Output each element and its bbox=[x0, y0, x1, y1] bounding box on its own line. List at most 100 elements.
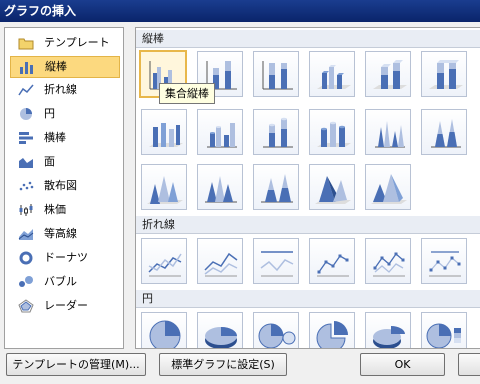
percent-stacked-column-icon bbox=[262, 61, 293, 90]
chart-type-exploded-pie[interactable] bbox=[309, 312, 355, 348]
sidebar-item-surface[interactable]: 等高線 bbox=[10, 224, 120, 246]
radar-chart-icon bbox=[18, 299, 34, 313]
manage-templates-button[interactable]: テンプレートの管理(M)... bbox=[6, 353, 146, 376]
3d-column-icon bbox=[149, 123, 183, 147]
ok-button[interactable]: OK bbox=[360, 353, 445, 376]
surface-chart-icon bbox=[18, 229, 34, 240]
chart-type-line[interactable] bbox=[141, 238, 187, 284]
clustered-cylinder-icon bbox=[207, 123, 237, 148]
stacked-cylinder-icon bbox=[263, 117, 293, 148]
3d-pyramid-icon bbox=[315, 176, 351, 204]
chart-type-100-stacked-column[interactable] bbox=[253, 51, 299, 97]
chart-type-clustered-cylinder[interactable] bbox=[197, 109, 243, 155]
chart-type-3d-cone[interactable] bbox=[141, 164, 187, 210]
sidebar-item-area[interactable]: 面 bbox=[10, 152, 120, 174]
3d-percent-stacked-column-icon bbox=[429, 60, 463, 89]
stacked-line-markers-icon bbox=[373, 252, 405, 277]
pie-chart-icon bbox=[20, 108, 32, 120]
chart-type-clustered-pyramid[interactable] bbox=[197, 164, 243, 210]
sidebar-item-template[interactable]: テンプレート bbox=[10, 33, 120, 55]
chart-type-pie[interactable] bbox=[141, 312, 187, 348]
chart-type-100-stacked-line-with-markers[interactable] bbox=[421, 238, 467, 284]
stacked-cone-icon bbox=[431, 119, 461, 148]
sidebar-item-label: バブル bbox=[44, 275, 77, 288]
chart-type-3d-column[interactable] bbox=[141, 109, 187, 155]
3d-clustered-column-icon bbox=[317, 65, 351, 89]
section-title-column: 縦棒 bbox=[136, 30, 480, 48]
chart-type-line-with-markers[interactable] bbox=[309, 238, 355, 284]
title-bar: グラフの挿入 bbox=[0, 0, 480, 22]
chart-gallery: 縦棒 折れ線 円 bbox=[135, 27, 480, 349]
chart-type-3d-stacked-column[interactable] bbox=[365, 51, 411, 97]
sidebar-item-label: 折れ線 bbox=[44, 83, 77, 96]
3d-stacked-column-icon bbox=[373, 60, 407, 89]
stacked-pyramid-icon bbox=[261, 174, 293, 203]
sidebar-item-label: 縦棒 bbox=[45, 60, 67, 73]
sidebar-item-doughnut[interactable]: ドーナツ bbox=[10, 248, 120, 270]
bubble-chart-icon bbox=[19, 276, 33, 287]
chart-type-bar-of-pie[interactable] bbox=[421, 312, 467, 348]
chart-type-stacked-cone[interactable] bbox=[421, 109, 467, 155]
3d-pie-icon bbox=[205, 327, 237, 348]
exploded-3d-pie-icon bbox=[373, 326, 405, 348]
doughnut-chart-icon bbox=[19, 251, 33, 265]
line-markers-icon bbox=[317, 254, 349, 277]
chart-category-list: テンプレート 縦棒 折れ線 円 横棒 面 散布図 株価 等高線 ドーナツ バブル bbox=[4, 27, 124, 349]
set-default-chart-button[interactable]: 標準グラフに設定(S) bbox=[159, 353, 287, 376]
sidebar-item-label: 株価 bbox=[44, 203, 66, 216]
clustered-pyramid-icon bbox=[205, 176, 237, 203]
column-chart-icon bbox=[20, 62, 33, 74]
chart-type-3d-pyramid-percent[interactable] bbox=[365, 164, 411, 210]
sidebar-item-column[interactable]: 縦棒 bbox=[10, 56, 120, 78]
percent-stacked-line-icon bbox=[260, 251, 294, 277]
chart-type-pie-of-pie[interactable] bbox=[253, 312, 299, 348]
bar-chart-icon bbox=[19, 132, 33, 144]
sidebar-item-stock[interactable]: 株価 bbox=[10, 200, 120, 222]
sidebar-item-line[interactable]: 折れ線 bbox=[10, 80, 120, 102]
sidebar-item-label: 横棒 bbox=[44, 131, 66, 144]
line-icon bbox=[148, 253, 182, 277]
chart-type-3d-pie[interactable] bbox=[197, 312, 243, 348]
sidebar-item-label: レーダー bbox=[44, 299, 88, 312]
chart-type-3d-100-stacked-column[interactable] bbox=[421, 51, 467, 97]
stock-chart-icon bbox=[19, 204, 33, 216]
pie-of-pie-icon bbox=[258, 323, 296, 348]
folder-icon bbox=[18, 38, 34, 50]
sidebar-item-pie[interactable]: 円 bbox=[10, 104, 120, 126]
3d-pyramid-variant-icon bbox=[371, 174, 407, 204]
percent-stacked-line-markers-icon bbox=[429, 251, 461, 277]
chart-type-stacked-line[interactable] bbox=[197, 238, 243, 284]
chart-type-clustered-cone[interactable] bbox=[365, 109, 411, 155]
sidebar-item-label: 等高線 bbox=[44, 227, 77, 240]
line-chart-icon bbox=[18, 84, 34, 96]
chart-type-3d-pyramid[interactable] bbox=[309, 164, 355, 210]
sidebar-item-label: ドーナツ bbox=[44, 251, 88, 264]
chart-type-stacked-line-with-markers[interactable] bbox=[365, 238, 411, 284]
sidebar-item-bar[interactable]: 横棒 bbox=[10, 128, 120, 150]
sidebar-item-label: テンプレート bbox=[44, 36, 110, 49]
section-title-line: 折れ線 bbox=[136, 216, 480, 234]
sidebar-item-label: 面 bbox=[44, 155, 55, 168]
area-chart-icon bbox=[19, 158, 33, 168]
sidebar-item-scatter[interactable]: 散布図 bbox=[10, 176, 120, 198]
scatter-chart-icon bbox=[19, 181, 34, 191]
chart-type-stacked-cylinder[interactable] bbox=[253, 109, 299, 155]
sidebar-item-bubble[interactable]: バブル bbox=[10, 272, 120, 294]
cancel-button[interactable] bbox=[458, 353, 480, 376]
chart-type-stacked-pyramid[interactable] bbox=[253, 164, 299, 210]
chart-type-3d-cylinder[interactable] bbox=[309, 109, 355, 155]
sidebar-item-radar[interactable]: レーダー bbox=[10, 296, 120, 318]
exploded-pie-icon bbox=[316, 321, 348, 348]
chart-type-3d-clustered-column[interactable] bbox=[309, 51, 355, 97]
clustered-cone-icon bbox=[375, 121, 405, 148]
stacked-line-icon bbox=[204, 252, 238, 277]
3d-cylinder-icon bbox=[317, 121, 351, 147]
chart-type-exploded-3d-pie[interactable] bbox=[365, 312, 411, 348]
sidebar-item-label: 円 bbox=[44, 107, 55, 120]
bar-of-pie-icon bbox=[426, 323, 461, 348]
chart-type-100-stacked-line[interactable] bbox=[253, 238, 299, 284]
sidebar-item-label: 散布図 bbox=[44, 179, 77, 192]
3d-cone-icon bbox=[147, 176, 183, 204]
chart-type-tooltip: 集合縦棒 bbox=[159, 83, 215, 104]
window-title: グラフの挿入 bbox=[4, 4, 77, 18]
